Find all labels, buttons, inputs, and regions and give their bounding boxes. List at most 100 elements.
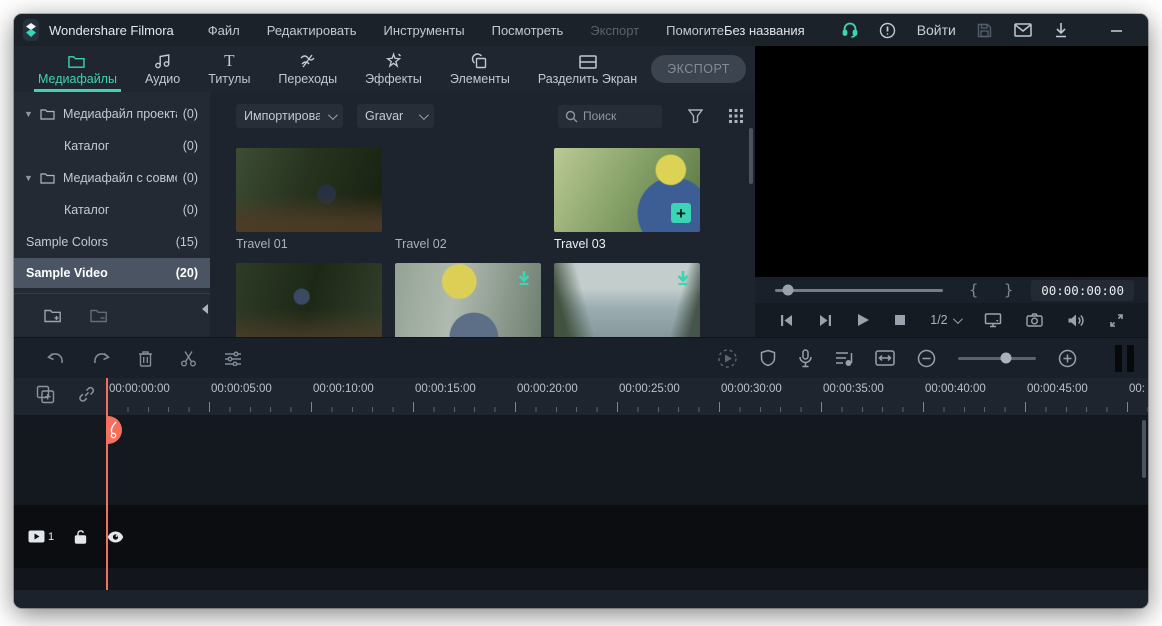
manage-tracks-icon[interactable]: [36, 385, 55, 404]
new-folder-icon[interactable]: [44, 308, 62, 323]
collapse-sidebar-arrow[interactable]: [202, 304, 208, 314]
shield-icon[interactable]: [760, 349, 776, 367]
media-header: Импортировать Gravar: [210, 92, 755, 132]
zoom-slider-handle[interactable]: [1001, 353, 1012, 364]
tab-titles[interactable]: T Титулы: [194, 46, 264, 92]
tab-label: Переходы: [278, 72, 337, 86]
info-icon[interactable]: [869, 22, 907, 39]
playback-speed-dropdown[interactable]: 1/2: [930, 313, 959, 327]
tab-split-screen[interactable]: Разделить Экран: [524, 46, 651, 92]
tree-item-catalog-1[interactable]: Каталог (0): [14, 130, 210, 162]
video-track-1[interactable]: 1: [14, 505, 1148, 568]
menu-file[interactable]: Файл: [208, 23, 240, 38]
media-scrollbar[interactable]: [749, 128, 753, 184]
video-thumbnail[interactable]: +: [554, 148, 700, 232]
timeline-ruler[interactable]: 00:00:00:00 00:00:05:00 00:00:10:00 00:0…: [14, 378, 1148, 415]
media-tab-bar: Медиафайлы Аудио T Титулы: [14, 46, 755, 92]
volume-icon[interactable]: [1067, 313, 1085, 328]
minimize-button[interactable]: [1094, 14, 1140, 46]
timeline-vscrollbar[interactable]: [1142, 420, 1146, 478]
login-button[interactable]: Войти: [907, 22, 966, 38]
seek-handle[interactable]: [783, 285, 794, 296]
zoom-in-icon[interactable]: [1058, 349, 1077, 368]
snapshot-camera-icon[interactable]: [1026, 313, 1043, 327]
media-item-travel-01[interactable]: Travel 01: [236, 148, 382, 251]
media-item-row2-1[interactable]: [236, 263, 382, 337]
display-device-icon[interactable]: [984, 312, 1002, 328]
tree-item-sample-video[interactable]: Sample Video (20): [14, 258, 210, 288]
video-thumbnail[interactable]: [395, 148, 541, 232]
mail-icon[interactable]: [1004, 23, 1042, 37]
menu-tools[interactable]: Инструменты: [384, 23, 465, 38]
video-thumbnail[interactable]: [236, 263, 382, 337]
fullscreen-icon[interactable]: [1109, 313, 1124, 328]
ruler-label: 00:00:20:00: [517, 383, 578, 395]
download-icon[interactable]: [1042, 22, 1080, 39]
sort-dropdown[interactable]: Gravar: [357, 104, 434, 128]
tree-item-catalog-2[interactable]: Каталог (0): [14, 194, 210, 226]
caret-down-icon[interactable]: ▼: [24, 173, 34, 183]
next-frame-button[interactable]: [818, 314, 833, 327]
menu-export: Экспорт: [590, 23, 639, 38]
link-icon[interactable]: [77, 385, 96, 404]
preview-scrubber-row: { } 00:00:00:00: [755, 277, 1148, 303]
tree-item-project-media[interactable]: ▼ Медиафайл проекта (0): [14, 98, 210, 130]
video-thumbnail[interactable]: [395, 263, 541, 337]
tree-item-count: (0): [183, 203, 198, 217]
stop-button[interactable]: [894, 314, 906, 326]
track-lock-icon[interactable]: [74, 529, 87, 544]
playhead[interactable]: [106, 378, 108, 590]
media-item-row2-3[interactable]: [554, 263, 700, 337]
video-thumbnail[interactable]: [236, 148, 382, 232]
microphone-icon[interactable]: [798, 349, 813, 368]
preview-seek-slider[interactable]: [775, 289, 943, 292]
previous-frame-button[interactable]: [779, 314, 794, 327]
tab-transitions[interactable]: Переходы: [264, 46, 351, 92]
download-badge-icon[interactable]: [516, 270, 532, 287]
window-controls: [1094, 14, 1148, 46]
audio-mixer-icon[interactable]: [835, 350, 853, 367]
media-item-travel-02[interactable]: Travel 02: [395, 148, 541, 251]
menu-edit[interactable]: Редактировать: [267, 23, 357, 38]
panel-resize-handle[interactable]: [1115, 345, 1134, 372]
search-box[interactable]: [558, 105, 662, 128]
add-to-timeline-icon[interactable]: +: [671, 203, 691, 223]
caret-down-icon[interactable]: ▼: [24, 109, 34, 119]
ruler-label: 00:00:45:00: [1027, 383, 1088, 395]
timeline-empty-area[interactable]: [14, 415, 1148, 505]
zoom-out-icon[interactable]: [917, 349, 936, 368]
maximize-button[interactable]: [1140, 14, 1148, 46]
ruler-label: 00:00:10:00: [313, 383, 374, 395]
support-headset-icon[interactable]: [831, 21, 869, 39]
tab-audio[interactable]: Аудио: [131, 46, 194, 92]
mark-in-button[interactable]: {: [969, 281, 978, 299]
search-input[interactable]: [583, 109, 653, 123]
tab-elements[interactable]: Элементы: [436, 46, 524, 92]
play-button[interactable]: [857, 313, 870, 327]
import-dropdown[interactable]: Импортировать: [236, 104, 343, 128]
download-badge-icon[interactable]: [675, 270, 691, 287]
grid-view-icon[interactable]: [729, 109, 743, 123]
mark-out-button[interactable]: }: [1004, 281, 1013, 299]
media-item-row2-2[interactable]: [395, 263, 541, 337]
fit-timeline-icon[interactable]: [875, 350, 895, 366]
timeline-zoom-slider[interactable]: [958, 357, 1036, 360]
render-preview-icon: [717, 348, 738, 369]
filter-icon[interactable]: [688, 109, 703, 123]
tree-item-sample-colors[interactable]: Sample Colors (15): [14, 226, 210, 258]
menu-help[interactable]: Помогите: [666, 23, 724, 38]
video-thumbnail[interactable]: [554, 263, 700, 337]
menu-view[interactable]: Посмотреть: [492, 23, 564, 38]
chevron-down-icon: [419, 110, 429, 120]
timeline-hscroll-area[interactable]: [14, 590, 1148, 608]
track-number: 1: [48, 531, 54, 543]
tree-item-label: Медиафайл с совме: [63, 171, 177, 185]
media-item-travel-03[interactable]: + Travel 03: [554, 148, 700, 251]
preview-screen[interactable]: [755, 46, 1148, 277]
timeline: 00:00:00:00 00:00:05:00 00:00:10:00 00:0…: [14, 378, 1148, 608]
tree-item-count: (0): [183, 171, 198, 185]
tab-media[interactable]: Медиафайлы: [24, 46, 131, 92]
tab-effects[interactable]: Эффекты: [351, 46, 436, 92]
track-visibility-eye-icon[interactable]: [107, 531, 124, 543]
tree-item-shared-media[interactable]: ▼ Медиафайл с совме (0): [14, 162, 210, 194]
